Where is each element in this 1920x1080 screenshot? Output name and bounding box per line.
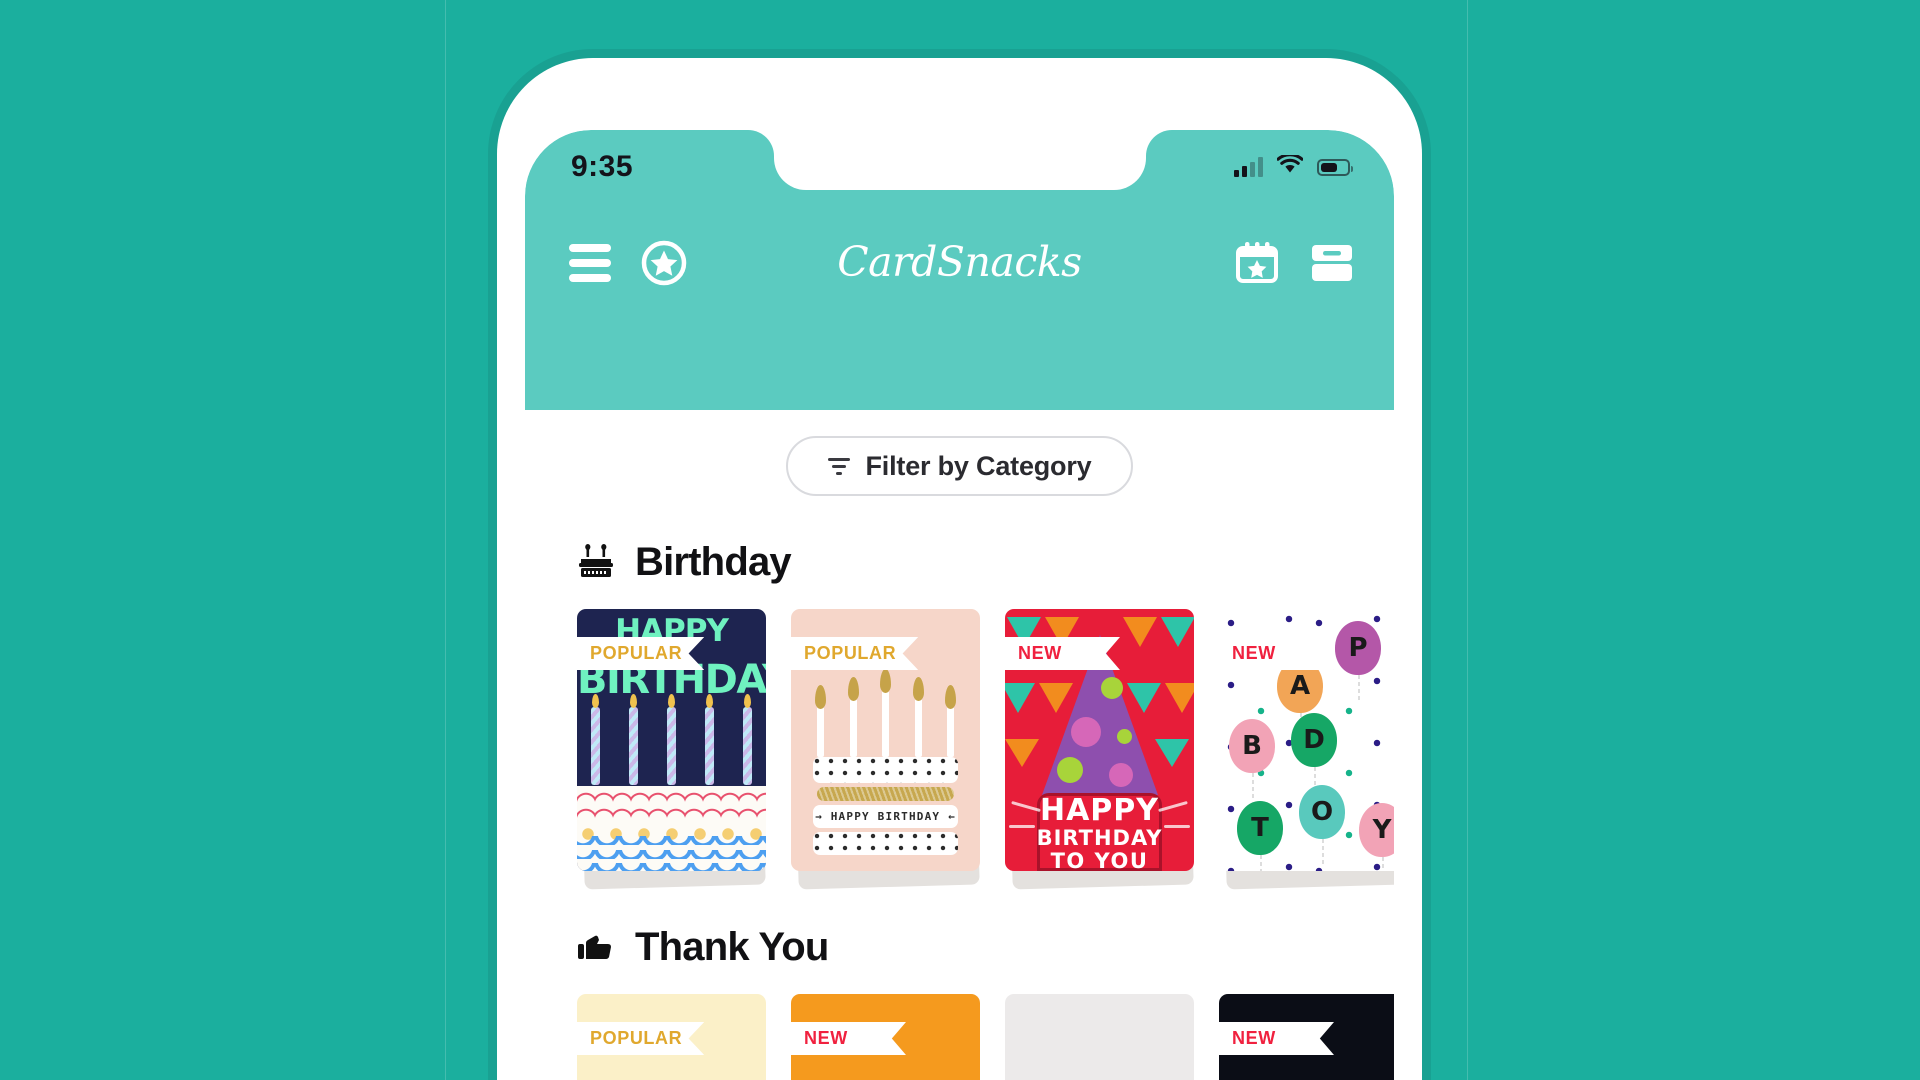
background-seam-right: [1467, 0, 1468, 1080]
cake-layer-gold: [817, 787, 954, 801]
status-bar: 9:35: [525, 138, 1394, 196]
filter-by-category-button[interactable]: Filter by Category: [785, 436, 1134, 496]
card-thankyou-3[interactable]: [1005, 994, 1194, 1080]
card-headline-line3: TO YOU: [1050, 849, 1149, 871]
phone-screen: 9:35 CardSnacks Filter by Category Birth…: [525, 130, 1394, 1080]
card-thankyou-4[interactable]: NEW: [1216, 994, 1394, 1080]
calendar-star-icon[interactable]: [1234, 240, 1280, 286]
candle-group: [591, 694, 752, 787]
section-title-birthday: Birthday: [635, 540, 792, 584]
catalog-content: Filter by Category Birthday HAPPY BIRTHD…: [525, 410, 1394, 1080]
cake-illustration: [577, 786, 766, 871]
card-thankyou-1[interactable]: POPULAR: [574, 994, 766, 1080]
status-badge: POPULAR: [574, 1022, 705, 1055]
card-headline-line2: BIRTHDAY: [1036, 826, 1163, 851]
hamburger-menu-icon[interactable]: [569, 244, 611, 282]
page-stage: 9:35 CardSnacks Filter by Category Birth…: [0, 0, 1920, 1080]
balloon-letter: O: [1299, 785, 1345, 867]
section-thank-you: Thank You POPULAR NEW NEW: [525, 925, 1394, 1080]
status-badge: POPULAR: [574, 637, 705, 670]
card-row-thank-you: POPULAR NEW NEW: [574, 994, 1394, 1080]
card-birthday-4[interactable]: P A B D O T Y NEW: [1216, 609, 1394, 890]
status-badge: POPULAR: [788, 637, 919, 670]
phone-mockup: 9:35 CardSnacks Filter by Category Birth…: [497, 58, 1422, 1080]
thumbs-up-icon: [577, 929, 615, 967]
card-row-birthday: HAPPY BIRTHDAY: [574, 609, 1394, 890]
filter-funnel-icon: [827, 457, 850, 475]
card-face: [1005, 994, 1194, 1080]
card-birthday-1[interactable]: HAPPY BIRTHDAY: [574, 609, 766, 890]
birthday-cake-icon: [577, 543, 615, 582]
balloon-letter: B: [1229, 719, 1275, 801]
card-birthday-3[interactable]: HAPPY BIRTHDAY TO YOU NEW: [1002, 609, 1194, 890]
background-seam-left: [445, 0, 446, 1080]
status-badge: NEW: [1002, 637, 1120, 670]
cake-text: → HAPPY BIRTHDAY ←: [815, 810, 956, 823]
status-clock: 9:35: [571, 150, 634, 183]
section-birthday: Birthday HAPPY BIRTHDAY: [525, 540, 1394, 890]
card-thankyou-2[interactable]: NEW: [788, 994, 980, 1080]
card-birthday-2[interactable]: → HAPPY BIRTHDAY ← POPULAR: [788, 609, 980, 890]
section-header-birthday: Birthday: [577, 540, 1394, 585]
star-circle-icon[interactable]: [641, 240, 687, 286]
status-badge: NEW: [1216, 1022, 1334, 1055]
app-header: 9:35 CardSnacks: [525, 130, 1394, 410]
cake-layer-top: [813, 757, 958, 783]
status-badge: NEW: [1216, 637, 1334, 670]
card-headline-line1: HAPPY: [1039, 793, 1160, 828]
candle-group: [815, 669, 956, 757]
app-navbar: CardSnacks: [525, 208, 1394, 318]
cake-layer-bottom: [813, 832, 958, 855]
section-title-thank-you: Thank You: [635, 925, 829, 969]
balloon-letter: P: [1335, 621, 1381, 703]
card-wallet-icon[interactable]: [1310, 243, 1354, 283]
status-icon-group: [1234, 153, 1353, 179]
filter-button-label: Filter by Category: [865, 450, 1092, 481]
section-header-thank-you: Thank You: [577, 925, 1394, 970]
filter-bar: Filter by Category: [525, 410, 1394, 496]
balloon-letter: Y: [1359, 803, 1394, 871]
cake-layer-text: → HAPPY BIRTHDAY ←: [813, 805, 958, 828]
app-logo[interactable]: CardSnacks: [837, 238, 1082, 286]
battery-icon: [1317, 158, 1353, 176]
wifi-icon: [1276, 153, 1304, 179]
balloon-letter: T: [1237, 801, 1283, 871]
status-badge: NEW: [788, 1022, 906, 1055]
balloon-letter: D: [1291, 713, 1337, 795]
card-message: HAPPY BIRTHDAY TO YOU: [1005, 793, 1194, 871]
cellular-signal-icon: [1234, 157, 1263, 177]
